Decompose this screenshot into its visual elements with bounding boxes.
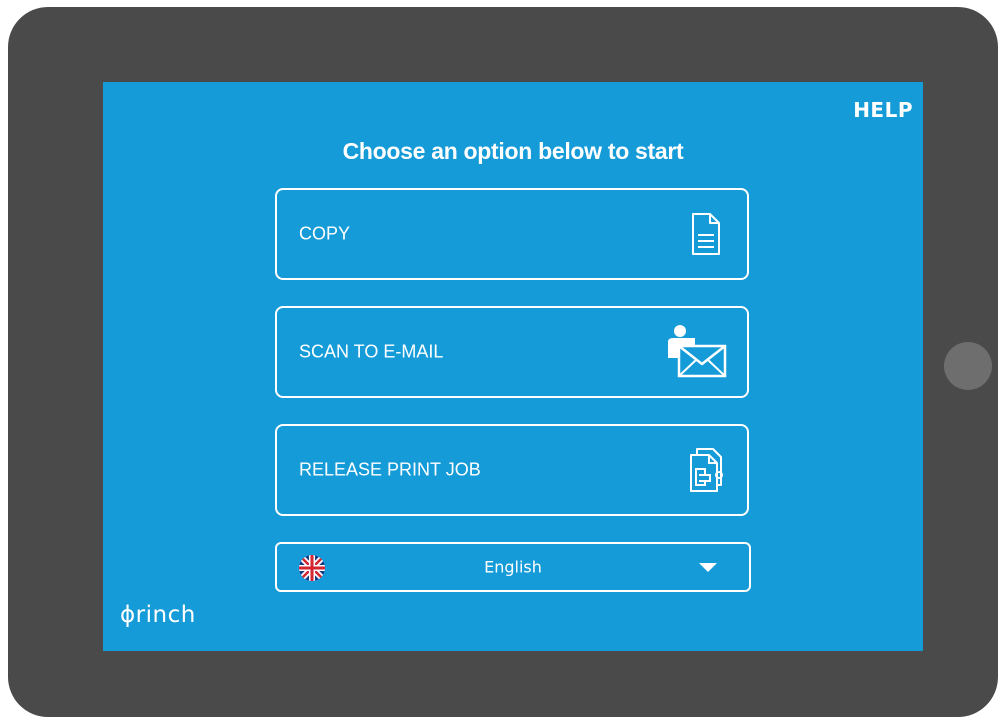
copy-button[interactable]: COPY — [275, 188, 749, 280]
scan-to-email-label: SCAN TO E-MAIL — [299, 341, 444, 362]
document-icon — [692, 213, 720, 255]
help-link[interactable]: HELP — [853, 98, 913, 122]
page-heading: Choose an option below to start — [342, 138, 684, 164]
home-button[interactable] — [944, 342, 992, 390]
chevron-down-icon — [699, 563, 717, 572]
copy-label: COPY — [299, 223, 351, 244]
brand-logo: ɸrinch — [120, 602, 196, 628]
language-select[interactable]: English — [275, 542, 751, 592]
language-selected-value: English — [484, 557, 542, 577]
scan-to-email-button[interactable]: SCAN TO E-MAIL — [275, 306, 749, 398]
print-release-icon — [690, 448, 723, 492]
release-print-job-button[interactable]: RELEASE PRINT JOB — [275, 424, 749, 516]
release-print-job-label: RELEASE PRINT JOB — [299, 459, 481, 480]
kiosk-screen: HELP Choose an option below to start COP… — [103, 82, 923, 651]
person-envelope-icon — [668, 325, 727, 378]
